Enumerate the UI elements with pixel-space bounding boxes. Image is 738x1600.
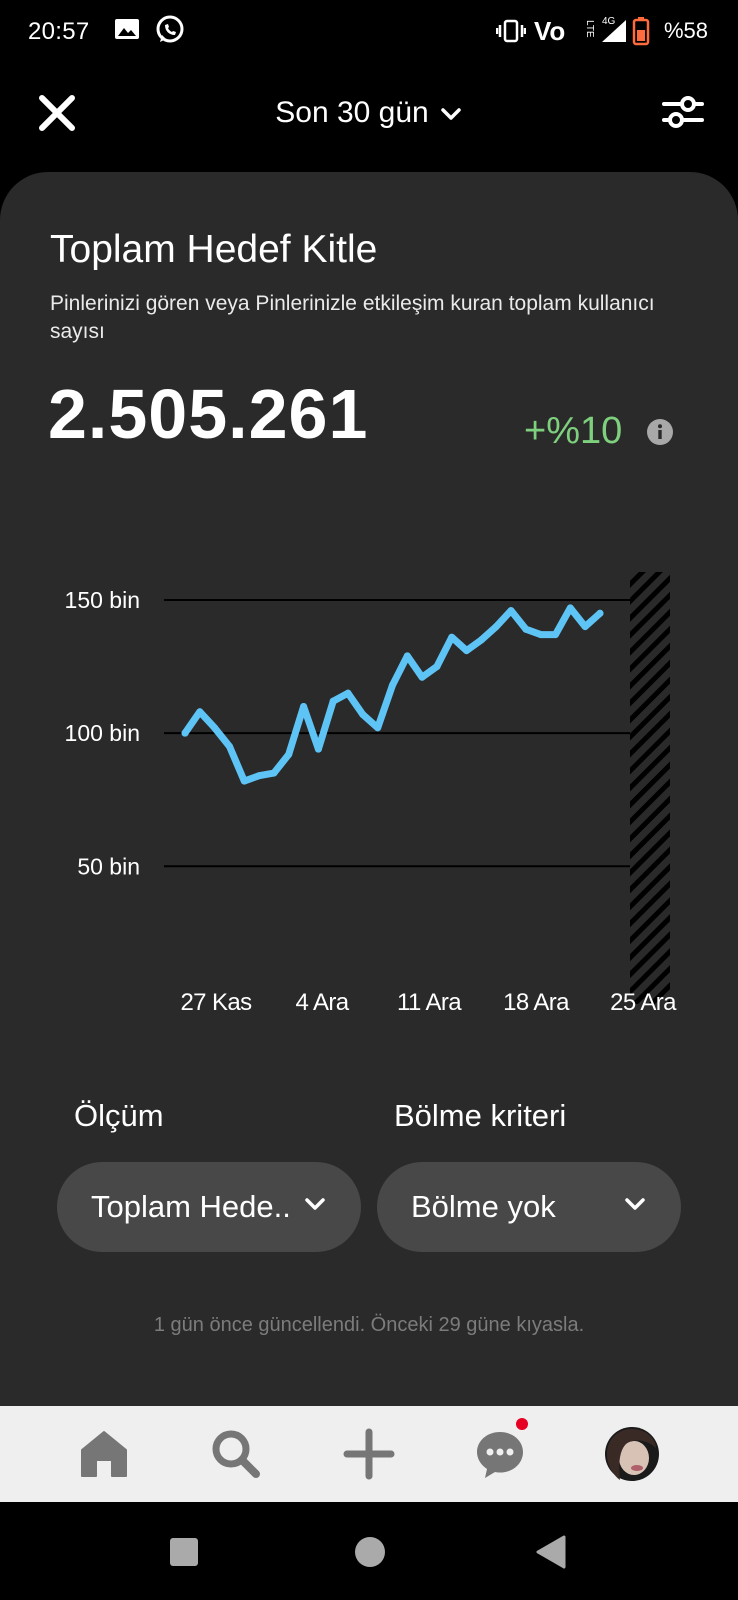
messages-icon[interactable] [472, 1426, 528, 1482]
image-icon [115, 19, 139, 39]
recents-icon[interactable] [168, 1536, 200, 1568]
notification-dot [516, 1418, 528, 1430]
incomplete-period-hatch [630, 572, 670, 1004]
data-point [270, 769, 278, 777]
chart-x-labels: 27 Kas 4 Ara 11 Ara 18 Ara 25 Ara [180, 989, 677, 1016]
data-point [552, 631, 559, 639]
metric-dropdown-value: Toplam Hede.. [91, 1189, 291, 1224]
metric-change: +%10 [524, 410, 623, 452]
metric-title: Toplam Hedef Kitle [50, 228, 378, 271]
data-point [211, 724, 219, 732]
chart-gridlines [164, 598, 630, 868]
x-tick-label: 25 Ara [610, 989, 677, 1016]
signal-icon [602, 20, 626, 42]
home-system-icon[interactable] [354, 1536, 386, 1568]
x-tick-label: 4 Ara [295, 989, 349, 1016]
network-vo: Vo [534, 16, 566, 46]
filter-icon[interactable] [660, 92, 706, 132]
data-point [359, 710, 367, 718]
data-point [581, 623, 589, 631]
data-point [522, 625, 530, 633]
data-point [181, 729, 189, 737]
data-point [492, 623, 500, 631]
home-icon[interactable] [76, 1426, 132, 1482]
metric-select-label: Ölçüm [74, 1098, 164, 1133]
status-bar: 20:57 Vo LTE 4G %58 [0, 0, 738, 64]
data-point [463, 647, 471, 655]
data-point [537, 631, 545, 639]
data-point [374, 724, 382, 732]
data-point [255, 772, 263, 780]
battery-icon [632, 17, 650, 46]
data-point [285, 750, 293, 758]
profile-avatar[interactable] [604, 1426, 660, 1482]
y-tick-label: 100 bin [65, 720, 140, 746]
data-point [240, 777, 248, 785]
data-point [329, 697, 337, 705]
network-lte: LTE [584, 20, 595, 38]
metric-dropdown[interactable]: Toplam Hede.. [57, 1162, 361, 1252]
date-range-picker[interactable]: Son 30 gün [0, 96, 738, 130]
info-icon[interactable] [646, 418, 674, 446]
status-time: 20:57 [28, 18, 90, 45]
search-icon[interactable] [208, 1426, 264, 1482]
x-tick-label: 18 Ara [503, 989, 570, 1016]
top-bar: Son 30 gün [0, 80, 738, 152]
split-dropdown[interactable]: Bölme yok [377, 1162, 681, 1252]
data-point [300, 702, 308, 710]
whatsapp-icon [156, 15, 184, 43]
x-tick-label: 27 Kas [180, 989, 252, 1016]
bottom-nav [0, 1406, 738, 1502]
analytics-card: Toplam Hedef Kitle Pinlerinizi gören vey… [0, 172, 738, 1408]
y-tick-label: 50 bin [77, 853, 140, 879]
data-point [566, 604, 574, 612]
data-point [196, 708, 204, 716]
back-icon[interactable] [534, 1534, 568, 1570]
metric-description: Pinlerinizi gören veya Pinlerinizle etki… [50, 292, 655, 343]
y-tick-label: 150 bin [65, 587, 140, 613]
line-chart: 150 bin 100 bin 50 bin 27 Kas 4 Ara 11 Ara 18… [65, 572, 678, 1016]
data-point [314, 745, 322, 753]
data-point [388, 681, 396, 689]
split-dropdown-value: Bölme yok [411, 1189, 556, 1224]
x-tick-label: 11 Ara [397, 989, 462, 1016]
data-point [418, 673, 426, 681]
update-note: 1 gün önce güncellendi. Önceki 29 güne k… [153, 1314, 585, 1336]
chevron-down-icon [625, 1198, 645, 1210]
data-point [225, 742, 233, 750]
data-point [596, 609, 604, 617]
data-point [477, 636, 485, 644]
date-range-label: Son 30 gün [275, 96, 429, 129]
data-point [433, 663, 441, 671]
chart-y-labels: 150 bin 100 bin 50 bin [65, 587, 140, 879]
metric-value: 2.505.261 [48, 375, 369, 453]
data-point [344, 689, 352, 697]
vibrate-icon [496, 19, 526, 43]
data-point [448, 633, 456, 641]
split-select-label: Bölme kriteri [394, 1098, 567, 1133]
data-point [507, 607, 515, 615]
chevron-down-icon [305, 1198, 325, 1210]
chevron-down-icon [440, 108, 461, 120]
data-point [403, 652, 411, 660]
system-nav-bar [0, 1502, 738, 1600]
add-icon[interactable] [341, 1426, 397, 1482]
battery-percent: %58 [663, 18, 708, 43]
